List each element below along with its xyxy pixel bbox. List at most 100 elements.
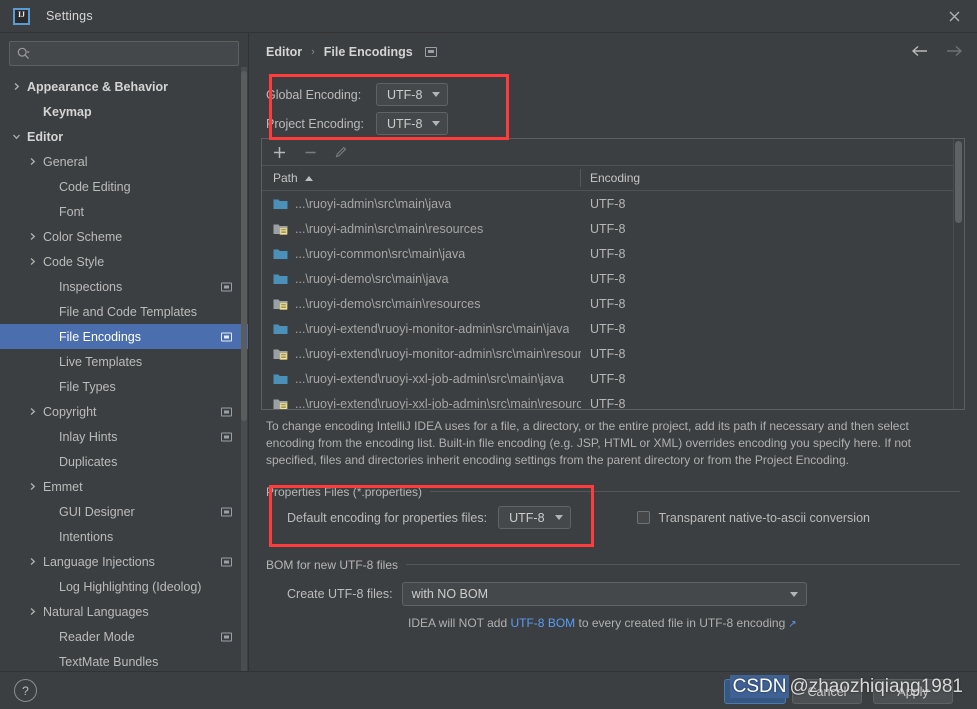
project-encoding-dropdown[interactable]: UTF-8 bbox=[376, 112, 449, 135]
sidebar-item-gui-designer[interactable]: GUI Designer bbox=[0, 499, 248, 524]
table-cell-encoding[interactable]: UTF-8 bbox=[581, 222, 964, 236]
search-input[interactable] bbox=[30, 42, 238, 65]
sidebar-item-live-templates[interactable]: Live Templates bbox=[0, 349, 248, 374]
sidebar-item-code-editing[interactable]: Code Editing bbox=[0, 174, 248, 199]
bom-hint: IDEA will NOT add UTF-8 BOM to every cre… bbox=[408, 616, 797, 630]
table-cell-path: ...\ruoyi-admin\src\main\resources bbox=[262, 222, 581, 236]
global-encoding-dropdown[interactable]: UTF-8 bbox=[376, 83, 449, 106]
table-scrollbar-thumb[interactable] bbox=[955, 141, 962, 223]
sidebar-item-color-scheme[interactable]: Color Scheme bbox=[0, 224, 248, 249]
table-cell-path-text: ...\ruoyi-admin\src\main\java bbox=[295, 196, 452, 211]
sidebar-item-label: File Encodings bbox=[59, 329, 141, 344]
table-cell-encoding[interactable]: UTF-8 bbox=[581, 272, 964, 286]
folder-java-icon bbox=[273, 247, 288, 260]
table-row[interactable]: ...\ruoyi-common\src\main\java UTF-8 bbox=[262, 241, 964, 266]
table-cell-path-text: ...\ruoyi-common\src\main\java bbox=[295, 246, 466, 261]
table-cell-encoding[interactable]: UTF-8 bbox=[581, 397, 964, 410]
sidebar-item-font[interactable]: Font bbox=[0, 199, 248, 224]
table-row[interactable]: ...\ruoyi-extend\ruoyi-xxl-job-admin\src… bbox=[262, 366, 964, 391]
sidebar-item-editor[interactable]: Editor bbox=[0, 124, 248, 149]
arrow-left-icon[interactable] bbox=[911, 44, 928, 62]
column-header-path[interactable]: Path bbox=[262, 166, 581, 190]
project-encoding-row: Project Encoding: UTF-8 bbox=[266, 112, 449, 135]
table-row[interactable]: ...\ruoyi-admin\src\main\java UTF-8 bbox=[262, 191, 964, 216]
table-row[interactable]: ...\ruoyi-admin\src\main\resources UTF-8 bbox=[262, 216, 964, 241]
pencil-icon[interactable] bbox=[332, 143, 350, 161]
chevron-right-icon[interactable] bbox=[28, 607, 37, 616]
minus-icon[interactable] bbox=[301, 143, 319, 161]
sidebar-item-code-style[interactable]: Code Style bbox=[0, 249, 248, 274]
bom-create-value: with NO BOM bbox=[411, 587, 488, 601]
chevron-right-icon[interactable] bbox=[28, 157, 37, 166]
properties-encoding-row: Default encoding for properties files: U… bbox=[287, 506, 870, 529]
arrow-right-icon[interactable] bbox=[946, 44, 963, 62]
plus-icon[interactable] bbox=[270, 143, 288, 161]
sidebar-item-log-highlighting-ideolog[interactable]: Log Highlighting (Ideolog) bbox=[0, 574, 248, 599]
table-cell-encoding[interactable]: UTF-8 bbox=[581, 347, 964, 361]
sidebar-item-label: Font bbox=[59, 204, 85, 219]
table-cell-encoding[interactable]: UTF-8 bbox=[581, 247, 964, 261]
sidebar-item-copyright[interactable]: Copyright bbox=[0, 399, 248, 424]
sidebar-item-natural-languages[interactable]: Natural Languages bbox=[0, 599, 248, 624]
sidebar-scrollbar-thumb[interactable] bbox=[241, 71, 247, 421]
sidebar-item-file-and-code-templates[interactable]: File and Code Templates bbox=[0, 299, 248, 324]
chevron-right-icon[interactable] bbox=[28, 407, 37, 416]
sidebar-item-file-types[interactable]: File Types bbox=[0, 374, 248, 399]
table-cell-encoding[interactable]: UTF-8 bbox=[581, 372, 964, 386]
table-row[interactable]: ...\ruoyi-extend\ruoyi-xxl-job-admin\src… bbox=[262, 391, 964, 409]
sidebar-item-keymap[interactable]: Keymap bbox=[0, 99, 248, 124]
properties-encoding-dropdown[interactable]: UTF-8 bbox=[498, 506, 571, 529]
sidebar-item-inspections[interactable]: Inspections bbox=[0, 274, 248, 299]
sidebar-item-label: Natural Languages bbox=[43, 604, 149, 619]
sidebar-item-label: File Types bbox=[59, 379, 116, 394]
sidebar-item-appearance-behavior[interactable]: Appearance & Behavior bbox=[0, 74, 248, 99]
sidebar-item-duplicates[interactable]: Duplicates bbox=[0, 449, 248, 474]
table-cell-path-text: ...\ruoyi-demo\src\main\resources bbox=[295, 296, 481, 311]
sidebar-item-intentions[interactable]: Intentions bbox=[0, 524, 248, 549]
sidebar-item-reader-mode[interactable]: Reader Mode bbox=[0, 624, 248, 649]
chevron-down-icon bbox=[554, 515, 563, 520]
table-cell-encoding[interactable]: UTF-8 bbox=[581, 322, 964, 336]
table-cell-path: ...\ruoyi-admin\src\main\java bbox=[262, 197, 581, 211]
sidebar-item-label: Editor bbox=[27, 129, 64, 144]
search-container bbox=[0, 33, 248, 72]
utf8-bom-link[interactable]: UTF-8 BOM bbox=[510, 616, 575, 630]
column-header-encoding[interactable]: Encoding bbox=[581, 166, 964, 190]
sidebar-item-label: General bbox=[43, 154, 88, 169]
breadcrumb-parent[interactable]: Editor bbox=[266, 45, 302, 59]
sidebar-item-file-encodings[interactable]: File Encodings bbox=[0, 324, 248, 349]
table-cell-encoding[interactable]: UTF-8 bbox=[581, 297, 964, 311]
sidebar-item-inlay-hints[interactable]: Inlay Hints bbox=[0, 424, 248, 449]
project-scope-badge-icon bbox=[221, 632, 232, 641]
sidebar-item-emmet[interactable]: Emmet bbox=[0, 474, 248, 499]
folder-java-icon bbox=[273, 197, 288, 210]
table-scrollbar-track[interactable] bbox=[953, 139, 964, 409]
transparent-native-to-ascii-label: Transparent native-to-ascii conversion bbox=[658, 510, 870, 525]
chevron-right-icon[interactable] bbox=[28, 557, 37, 566]
help-button[interactable]: ? bbox=[14, 679, 37, 702]
table-row[interactable]: ...\ruoyi-demo\src\main\java UTF-8 bbox=[262, 266, 964, 291]
close-icon[interactable] bbox=[931, 0, 977, 32]
table-row[interactable]: ...\ruoyi-extend\ruoyi-monitor-admin\src… bbox=[262, 316, 964, 341]
settings-tree: Appearance & Behavior Keymap Editor General… bbox=[0, 72, 248, 671]
sidebar-item-label: Color Scheme bbox=[43, 229, 123, 244]
sidebar-item-general[interactable]: General bbox=[0, 149, 248, 174]
chevron-right-icon[interactable] bbox=[12, 82, 21, 91]
project-scope-badge-icon bbox=[221, 407, 232, 416]
sidebar-item-label: Live Templates bbox=[59, 354, 143, 369]
chevron-right-icon[interactable] bbox=[28, 257, 37, 266]
bom-create-dropdown[interactable]: with NO BOM bbox=[401, 582, 807, 606]
table-row[interactable]: ...\ruoyi-demo\src\main\resources UTF-8 bbox=[262, 291, 964, 316]
transparent-native-to-ascii-checkbox[interactable]: Transparent native-to-ascii conversion bbox=[636, 510, 870, 525]
sidebar-item-textmate-bundles[interactable]: TextMate Bundles bbox=[0, 649, 248, 671]
properties-encoding-value: UTF-8 bbox=[509, 510, 545, 525]
table-row[interactable]: ...\ruoyi-extend\ruoyi-monitor-admin\src… bbox=[262, 341, 964, 366]
chevron-right-icon[interactable] bbox=[28, 482, 37, 491]
chevron-right-icon[interactable] bbox=[28, 232, 37, 241]
table-cell-encoding[interactable]: UTF-8 bbox=[581, 197, 964, 211]
table-cell-path-text: ...\ruoyi-extend\ruoyi-xxl-job-admin\src… bbox=[295, 371, 564, 386]
chevron-down-icon[interactable] bbox=[12, 132, 21, 141]
sidebar-item-language-injections[interactable]: Language Injections bbox=[0, 549, 248, 574]
sidebar-item-label: Language Injections bbox=[43, 554, 155, 569]
search-box[interactable] bbox=[9, 41, 239, 66]
